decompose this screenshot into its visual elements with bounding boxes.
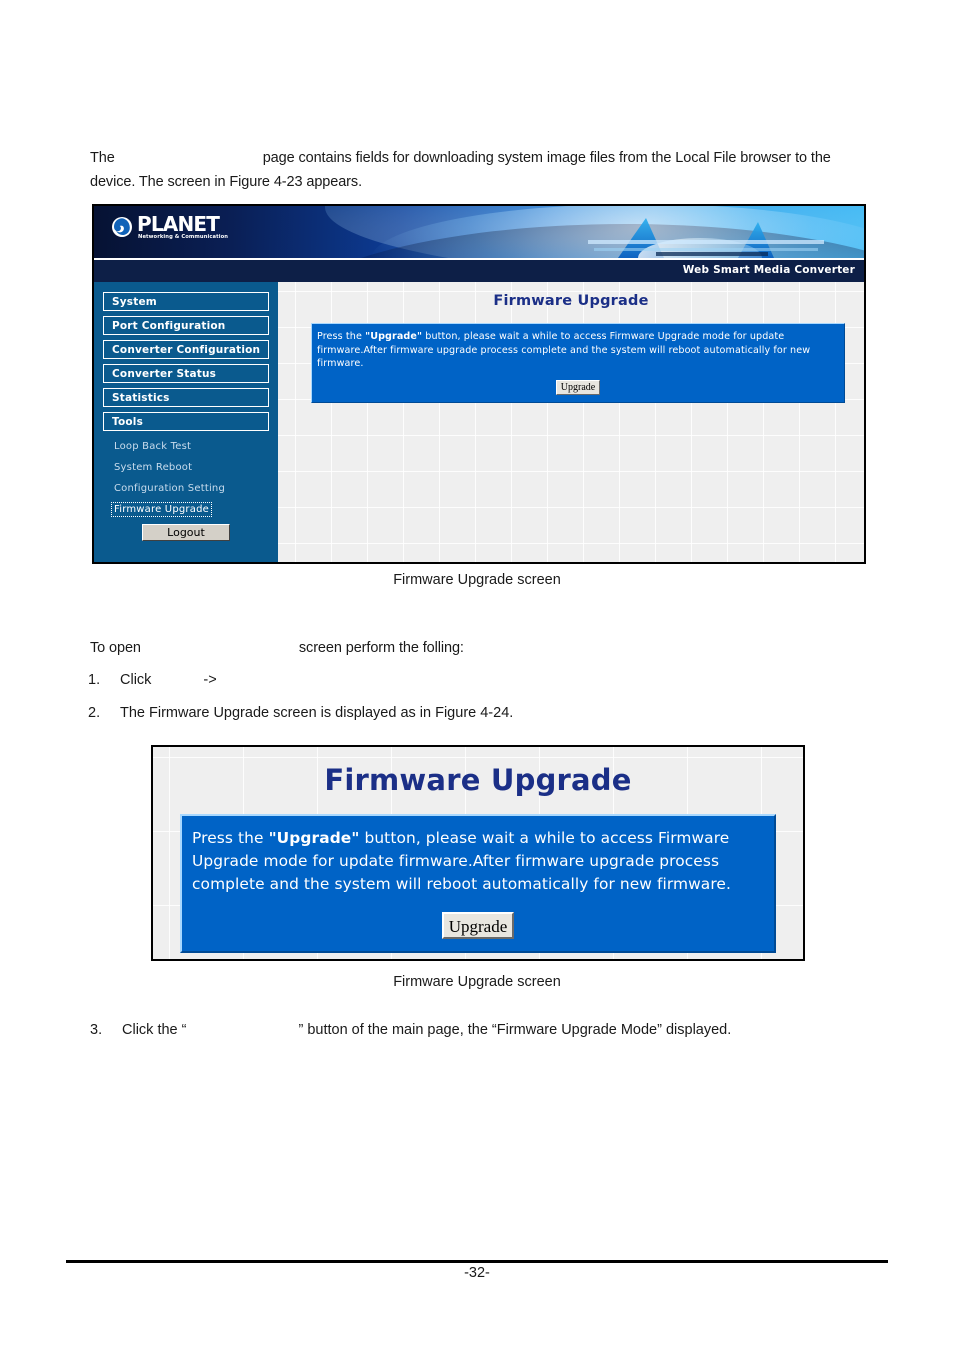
product-title-bar: Web Smart Media Converter <box>94 258 864 282</box>
app-banner: PLANET Networking & Communication <box>94 206 864 258</box>
page-number: -32- <box>464 1265 490 1281</box>
message-part-1-zoom: Press the <box>192 829 269 847</box>
figure-1-caption: Firmware Upgrade screen <box>393 572 561 588</box>
figure-2-firmware-upgrade-panel: Firmware Upgrade Press the "Upgrade" but… <box>151 745 805 961</box>
step-2-number: 2. <box>88 705 101 721</box>
sidebar-item-system[interactable]: System <box>103 292 269 311</box>
step-2: 2. The Firmware Upgrade screen is displa… <box>88 701 848 725</box>
firmware-upgrade-message-box-zoom: Press the "Upgrade" button, please wait … <box>180 814 776 953</box>
planet-tagline: Networking & Communication <box>138 234 229 240</box>
sidebar-subitem-configuration-setting[interactable]: Configuration Setting <box>112 482 227 495</box>
banner-swoosh-arc <box>278 224 864 258</box>
sidebar-item-statistics[interactable]: Statistics <box>103 388 269 407</box>
panel-title-zoom: Firmware Upgrade <box>324 763 632 797</box>
intro-text-before: The <box>90 150 115 166</box>
sidebar-item-tools[interactable]: Tools <box>103 412 269 431</box>
message-bold-upgrade: "Upgrade" <box>365 331 423 342</box>
sidebar-subitem-loop-back-test[interactable]: Loop Back Test <box>112 440 193 453</box>
step-1-text-before: Click <box>120 672 152 688</box>
to-open-text-after: screen perform the folling: <box>298 640 464 656</box>
step-3-text-after: ” button of the main page, the “Firmware… <box>298 1022 732 1038</box>
product-name-label: Web Smart Media Converter <box>682 264 855 276</box>
firmware-upgrade-message-text: Press the "Upgrade" button, please wait … <box>315 330 841 371</box>
hidden-term-gap-2 <box>141 636 299 660</box>
planet-logo: PLANET Networking & Communication <box>111 214 228 240</box>
step-3-text-before: Click the “ <box>122 1022 187 1038</box>
content-pane: Firmware Upgrade Press the "Upgrade" but… <box>278 282 864 562</box>
planet-wordmark: PLANET <box>137 212 220 236</box>
sidebar-item-converter-configuration[interactable]: Converter Configuration <box>103 340 269 359</box>
firmware-upgrade-message-text-zoom: Press the "Upgrade" button, please wait … <box>188 827 768 896</box>
step-1-text-after: -> <box>203 672 217 688</box>
sidebar-item-port-configuration[interactable]: Port Configuration <box>103 316 269 335</box>
step-3-body: Click the “ ” button of the main page, t… <box>122 1018 880 1042</box>
banner-swoosh-glow <box>371 206 864 258</box>
intro-paragraph: The page contains fields for downloading… <box>90 146 870 194</box>
app-body: System Port Configuration Converter Conf… <box>94 282 864 562</box>
planet-logo-text: PLANET Networking & Communication <box>137 214 228 240</box>
hidden-term-gap-4 <box>186 1018 298 1042</box>
figure-2-caption: Firmware Upgrade screen <box>393 974 561 990</box>
sidebar-subitem-firmware-upgrade[interactable]: Firmware Upgrade <box>111 502 212 517</box>
step-1-number: 1. <box>88 672 101 688</box>
footer-divider <box>66 1260 888 1263</box>
sidebar-subitem-system-reboot[interactable]: System Reboot <box>112 461 194 474</box>
step-3: 3. Click the “ ” button of the main page… <box>90 1018 880 1042</box>
banner-swoosh-upper <box>325 206 864 258</box>
upgrade-button[interactable]: Upgrade <box>556 379 600 395</box>
step-1: 1. Click -> <box>88 668 848 692</box>
to-open-text-before: To open <box>90 640 141 656</box>
to-open-paragraph: To open screen perform the folling: <box>90 636 870 660</box>
step-1-body: Click -> <box>120 668 848 692</box>
message-part-1: Press the <box>317 331 366 342</box>
logout-button[interactable]: Logout <box>142 524 230 541</box>
banner-architecture-graphic <box>560 212 860 258</box>
firmware-upgrade-message-box: Press the "Upgrade" button, please wait … <box>311 323 845 403</box>
message-bold-upgrade-zoom: "Upgrade" <box>268 829 360 847</box>
sidebar-navigation: System Port Configuration Converter Conf… <box>94 282 278 562</box>
hidden-term-gap-1 <box>115 146 263 170</box>
upgrade-button-zoom[interactable]: Upgrade <box>442 912 514 939</box>
panel-title: Firmware Upgrade <box>493 293 649 309</box>
step-3-number: 3. <box>90 1022 103 1038</box>
hidden-term-gap-3 <box>151 668 203 692</box>
figure-1-firmware-upgrade-screen: PLANET Networking & Communication Web Sm… <box>92 204 866 564</box>
planet-logo-mark-icon <box>111 216 133 238</box>
step-2-body: The Firmware Upgrade screen is displayed… <box>120 705 514 721</box>
sidebar-item-converter-status[interactable]: Converter Status <box>103 364 269 383</box>
